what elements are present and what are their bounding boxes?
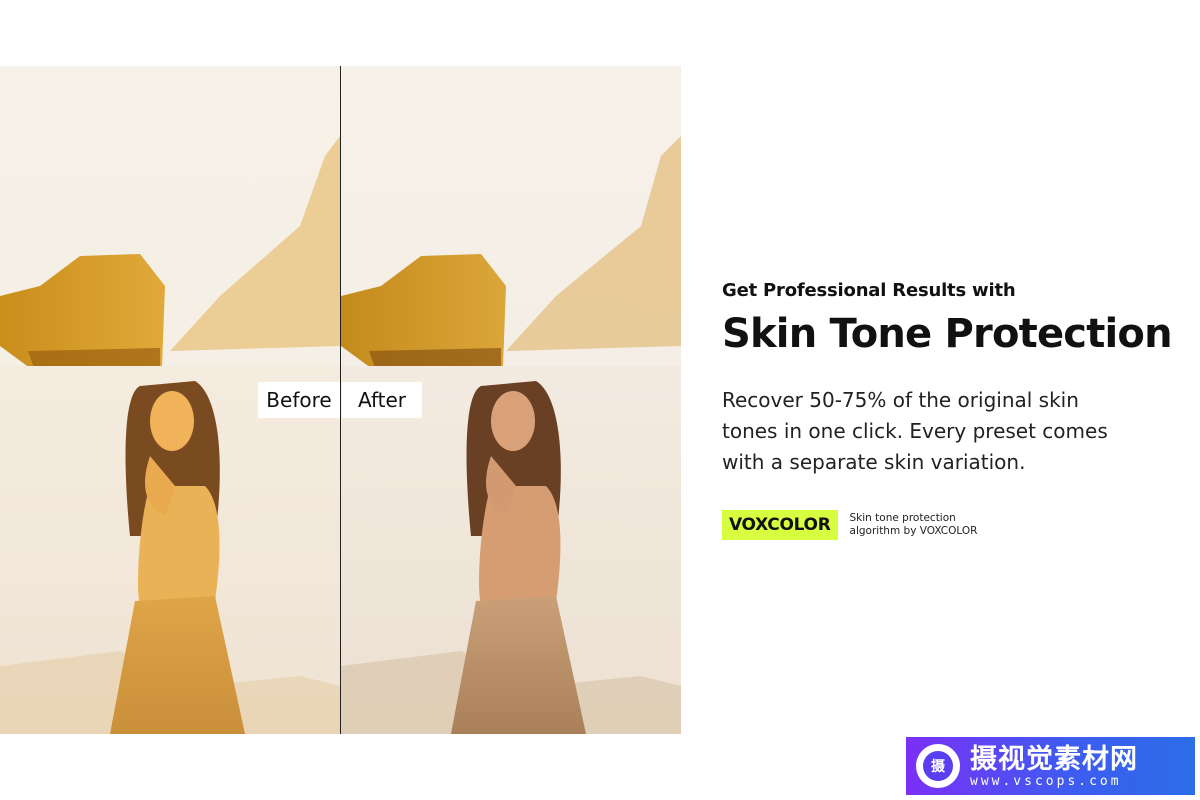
body-line: tones in one click. Every preset comes — [722, 419, 1108, 443]
brand-badge: VOXCOLOR — [722, 510, 838, 540]
watermark-text: 摄视觉素材网 www.vscops.com — [970, 744, 1138, 789]
brand-note-line: Skin tone protection — [849, 512, 956, 524]
body-line: Recover 50-75% of the original skin — [722, 388, 1079, 412]
headline: Skin Tone Protection — [722, 311, 1173, 357]
eyebrow-text: Get Professional Results with — [722, 280, 1016, 301]
feature-description: Get Professional Results with Skin Tone … — [722, 280, 1173, 478]
before-after-comparison: Before After — [0, 66, 681, 734]
watermark-logo-icon: 摄 — [916, 744, 960, 788]
brand-note: Skin tone protection algorithm by VOXCOL… — [850, 512, 978, 538]
brand-note-line: algorithm by VOXCOLOR — [849, 525, 978, 537]
watermark-logo-char: 摄 — [923, 751, 953, 781]
body-copy: Recover 50-75% of the original skin tone… — [722, 385, 1142, 478]
before-label: Before — [258, 382, 340, 418]
watermark-url: www.vscops.com — [970, 773, 1122, 789]
site-watermark: 摄 摄视觉素材网 www.vscops.com — [906, 737, 1195, 795]
watermark-title: 摄视觉素材网 — [970, 743, 1138, 774]
body-line: with a separate skin variation. — [722, 450, 1026, 474]
after-label: After — [342, 382, 422, 418]
comparison-divider — [340, 66, 341, 734]
brand-row: VOXCOLOR Skin tone protection algorithm … — [722, 510, 977, 540]
